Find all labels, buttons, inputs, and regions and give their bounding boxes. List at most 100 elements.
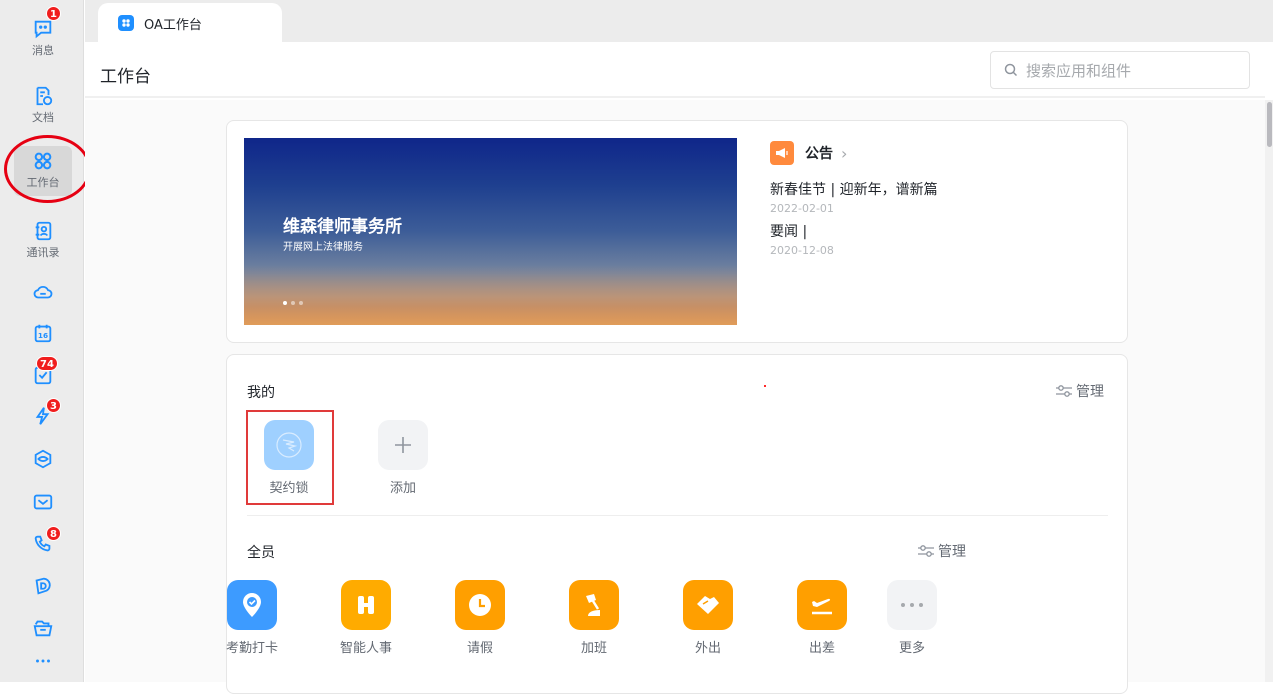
cloud-icon [33, 286, 53, 299]
tab-bar: OA工作台 [85, 0, 1273, 43]
sidebar-item-lightning[interactable]: 3 [14, 398, 72, 427]
sidebar-item-label: 文档 [32, 111, 54, 124]
carousel-dot[interactable] [291, 301, 295, 305]
carousel-dot[interactable] [299, 301, 303, 305]
tab-label: OA工作台 [144, 17, 202, 33]
app-label: 添加 [389, 481, 416, 496]
more-dots-icon [887, 580, 937, 630]
sidebar-item-folder[interactable] [14, 617, 72, 639]
add-app-button[interactable]: 添加 [358, 420, 448, 496]
sidebar-item-calendar[interactable]: 16 [14, 322, 72, 344]
app-smart-hr[interactable]: 智能人事 [321, 580, 411, 656]
notice-item-title: 要闻 | [770, 224, 808, 240]
plane-takeoff-icon [797, 580, 847, 630]
banner-sky-glow [244, 265, 737, 325]
svg-text:16: 16 [38, 331, 48, 340]
scrollbar-thumb[interactable] [1267, 102, 1272, 147]
apps-card: 我的 管理 契约锁 添加 全员 管理 考勤打卡 智能人事 请假 加班 外出 出差… [226, 354, 1128, 694]
sidebar-more[interactable] [14, 650, 72, 672]
app-label: 更多 [898, 641, 925, 656]
app-label: 智能人事 [339, 641, 392, 656]
app-leave[interactable]: 请假 [435, 580, 525, 656]
all-section-label: 全员 [247, 545, 275, 561]
sidebar-item-docs[interactable]: 文档 [14, 85, 72, 125]
notice-header[interactable]: 公告 › [770, 141, 1110, 165]
mine-section-label: 我的 [247, 385, 275, 401]
search-input[interactable]: 搜索应用和组件 [990, 51, 1250, 89]
mine-manage-button[interactable]: 管理 [1055, 381, 1104, 401]
sidebar-item-label: 消息 [32, 44, 54, 57]
handshake-icon [683, 580, 733, 630]
notice-item-date: 2022-02-01 [770, 202, 834, 215]
app-label: 考勤打卡 [225, 641, 278, 656]
contacts-icon [35, 221, 52, 241]
banner-carousel[interactable]: 维森律师事务所 开展网上法律服务 [244, 138, 737, 325]
megaphone-icon [770, 141, 794, 165]
app-attendance[interactable]: 考勤打卡 [207, 580, 297, 656]
unread-badge: 1 [46, 6, 61, 21]
stray-marker [764, 385, 766, 387]
app-label: 出差 [808, 641, 835, 656]
app-business-trip[interactable]: 出差 [777, 580, 867, 656]
app-label: 请假 [466, 641, 493, 656]
all-manage-button[interactable]: 管理 [917, 541, 966, 561]
notice-item-title: 新春佳节 | 迎新年，谱新篇 [770, 182, 938, 198]
mail-icon [33, 494, 53, 510]
scrollbar[interactable] [1265, 100, 1273, 682]
notice-panel: 公告 › 新春佳节 | 迎新年，谱新篇 2022-02-01 要闻 | 2020… [770, 141, 1110, 257]
oa-app-icon [118, 15, 134, 31]
location-check-icon [227, 580, 277, 630]
carousel-dot[interactable] [283, 301, 287, 305]
clock-icon [455, 580, 505, 630]
content-area: 维森律师事务所 开展网上法律服务 公告 › 新春佳节 | 迎新年，谱新篇 202… [85, 100, 1265, 694]
app-label: 契约锁 [269, 481, 309, 496]
app-label: 加班 [580, 641, 607, 656]
sidebar-item-contacts[interactable]: 通讯录 [14, 220, 72, 260]
calendar-icon: 16 [34, 324, 52, 343]
banner-subtitle: 开展网上法律服务 [283, 242, 363, 253]
manage-label: 管理 [938, 544, 966, 560]
app-go-out[interactable]: 外出 [663, 580, 753, 656]
workbench-icon [34, 152, 52, 170]
app-overtime[interactable]: 加班 [549, 580, 639, 656]
sidebar-item-todo[interactable]: 74 [14, 356, 72, 386]
tab-oa-workbench[interactable]: OA工作台 [98, 3, 282, 43]
section-divider [247, 515, 1108, 516]
sidebar-item-mail[interactable] [14, 491, 72, 513]
document-icon [36, 86, 53, 106]
banner-title: 维森律师事务所 [283, 217, 402, 237]
banner-card: 维森律师事务所 开展网上法律服务 公告 › 新春佳节 | 迎新年，谱新篇 202… [226, 120, 1128, 343]
sliders-icon [918, 545, 934, 557]
sliders-icon [1056, 385, 1072, 397]
lightning-badge: 3 [46, 398, 61, 413]
search-icon [1004, 63, 1018, 77]
more-icon [36, 659, 50, 663]
chevron-right-icon: › [841, 143, 848, 163]
sidebar-item-workbench[interactable]: 工作台 [14, 146, 72, 196]
notice-item-date: 2020-12-08 [770, 244, 834, 257]
notice-item[interactable]: 要闻 | 2020-12-08 [770, 221, 1110, 257]
sidebar-item-label: 工作台 [26, 176, 60, 189]
search-placeholder: 搜索应用和组件 [1026, 61, 1132, 80]
plus-icon [378, 420, 428, 470]
sidebar-item-cloud[interactable] [14, 281, 72, 303]
sidebar-item-workspace[interactable] [14, 448, 72, 470]
contract-lock-icon [264, 420, 314, 470]
app-more[interactable]: 更多 [867, 580, 957, 656]
page-title: 工作台 [100, 67, 151, 87]
carousel-dots [283, 301, 303, 305]
sidebar-item-label: 通讯录 [26, 246, 60, 259]
sidebar-item-d-app[interactable] [14, 575, 72, 597]
notice-item[interactable]: 新春佳节 | 迎新年，谱新篇 2022-02-01 [770, 179, 1110, 215]
d-app-icon [35, 577, 51, 595]
sidebar-item-messages[interactable]: 消息 1 [14, 6, 72, 58]
notice-title: 公告 [805, 146, 833, 162]
app-label: 外出 [694, 641, 721, 656]
workspace-icon [34, 449, 52, 469]
app-contract-lock[interactable]: 契约锁 [244, 420, 334, 496]
sidebar-item-phone[interactable]: 8 [14, 526, 72, 555]
hr-h-icon [341, 580, 391, 630]
todo-badge: 74 [36, 356, 58, 371]
phone-badge: 8 [46, 526, 61, 541]
manage-label: 管理 [1076, 384, 1104, 400]
